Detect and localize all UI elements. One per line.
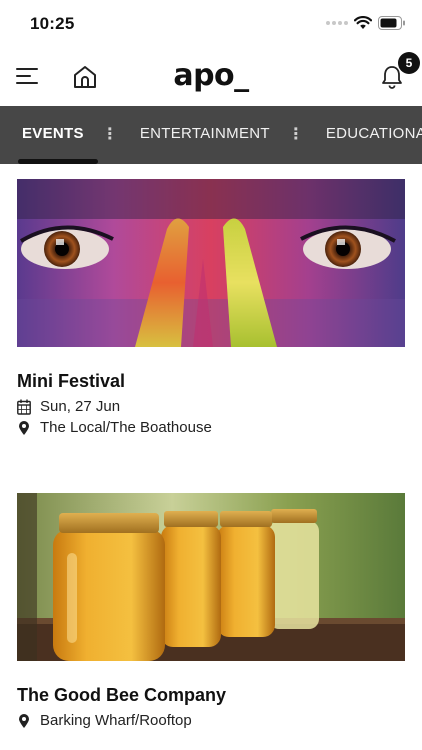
signal-icon [326, 21, 348, 25]
event-location-row: Barking Wharf/Rooftop [17, 712, 405, 729]
brand-logo[interactable]: apo_ [0, 58, 422, 93]
app-header: apo_ 5 [0, 46, 422, 106]
event-location: The Local/The Boathouse [40, 419, 212, 436]
notification-badge: 5 [398, 52, 420, 74]
event-card[interactable]: The Good Bee Company Barking Wharf/Rooft… [17, 493, 405, 729]
category-tabs: EVENTS ⋮ ENTERTAINMENT ⋮ EDUCATIONAL ⋮ [0, 106, 422, 164]
tab-events[interactable]: EVENTS [18, 106, 98, 164]
tab-separator: ⋮ [101, 126, 118, 143]
event-title: The Good Bee Company [17, 685, 227, 705]
event-location: Barking Wharf/Rooftop [40, 712, 192, 729]
location-pin-icon [19, 420, 29, 435]
wifi-icon [354, 16, 372, 29]
status-time: 10:25 [30, 14, 75, 33]
event-date: Sun, 27 Jun [40, 398, 121, 415]
tab-educational[interactable]: EDUCATIONAL [326, 106, 422, 164]
status-bar: 10:25 [0, 0, 422, 46]
location-pin-icon [19, 713, 29, 728]
event-image-face-paint [17, 179, 405, 347]
event-date-row: Sun, 27 Jun [17, 398, 405, 415]
event-card[interactable]: Mini Festival Sun, 27 Jun The Local/The … [17, 179, 405, 436]
tab-entertainment[interactable]: ENTERTAINMENT [140, 106, 270, 164]
status-icons [326, 16, 406, 30]
event-location-row: The Local/The Boathouse [17, 419, 405, 436]
battery-icon [378, 16, 405, 30]
calendar-icon [17, 399, 31, 415]
event-title: Mini Festival [17, 371, 126, 391]
tab-separator: ⋮ [287, 126, 304, 143]
event-image-honey-jars [17, 493, 405, 661]
